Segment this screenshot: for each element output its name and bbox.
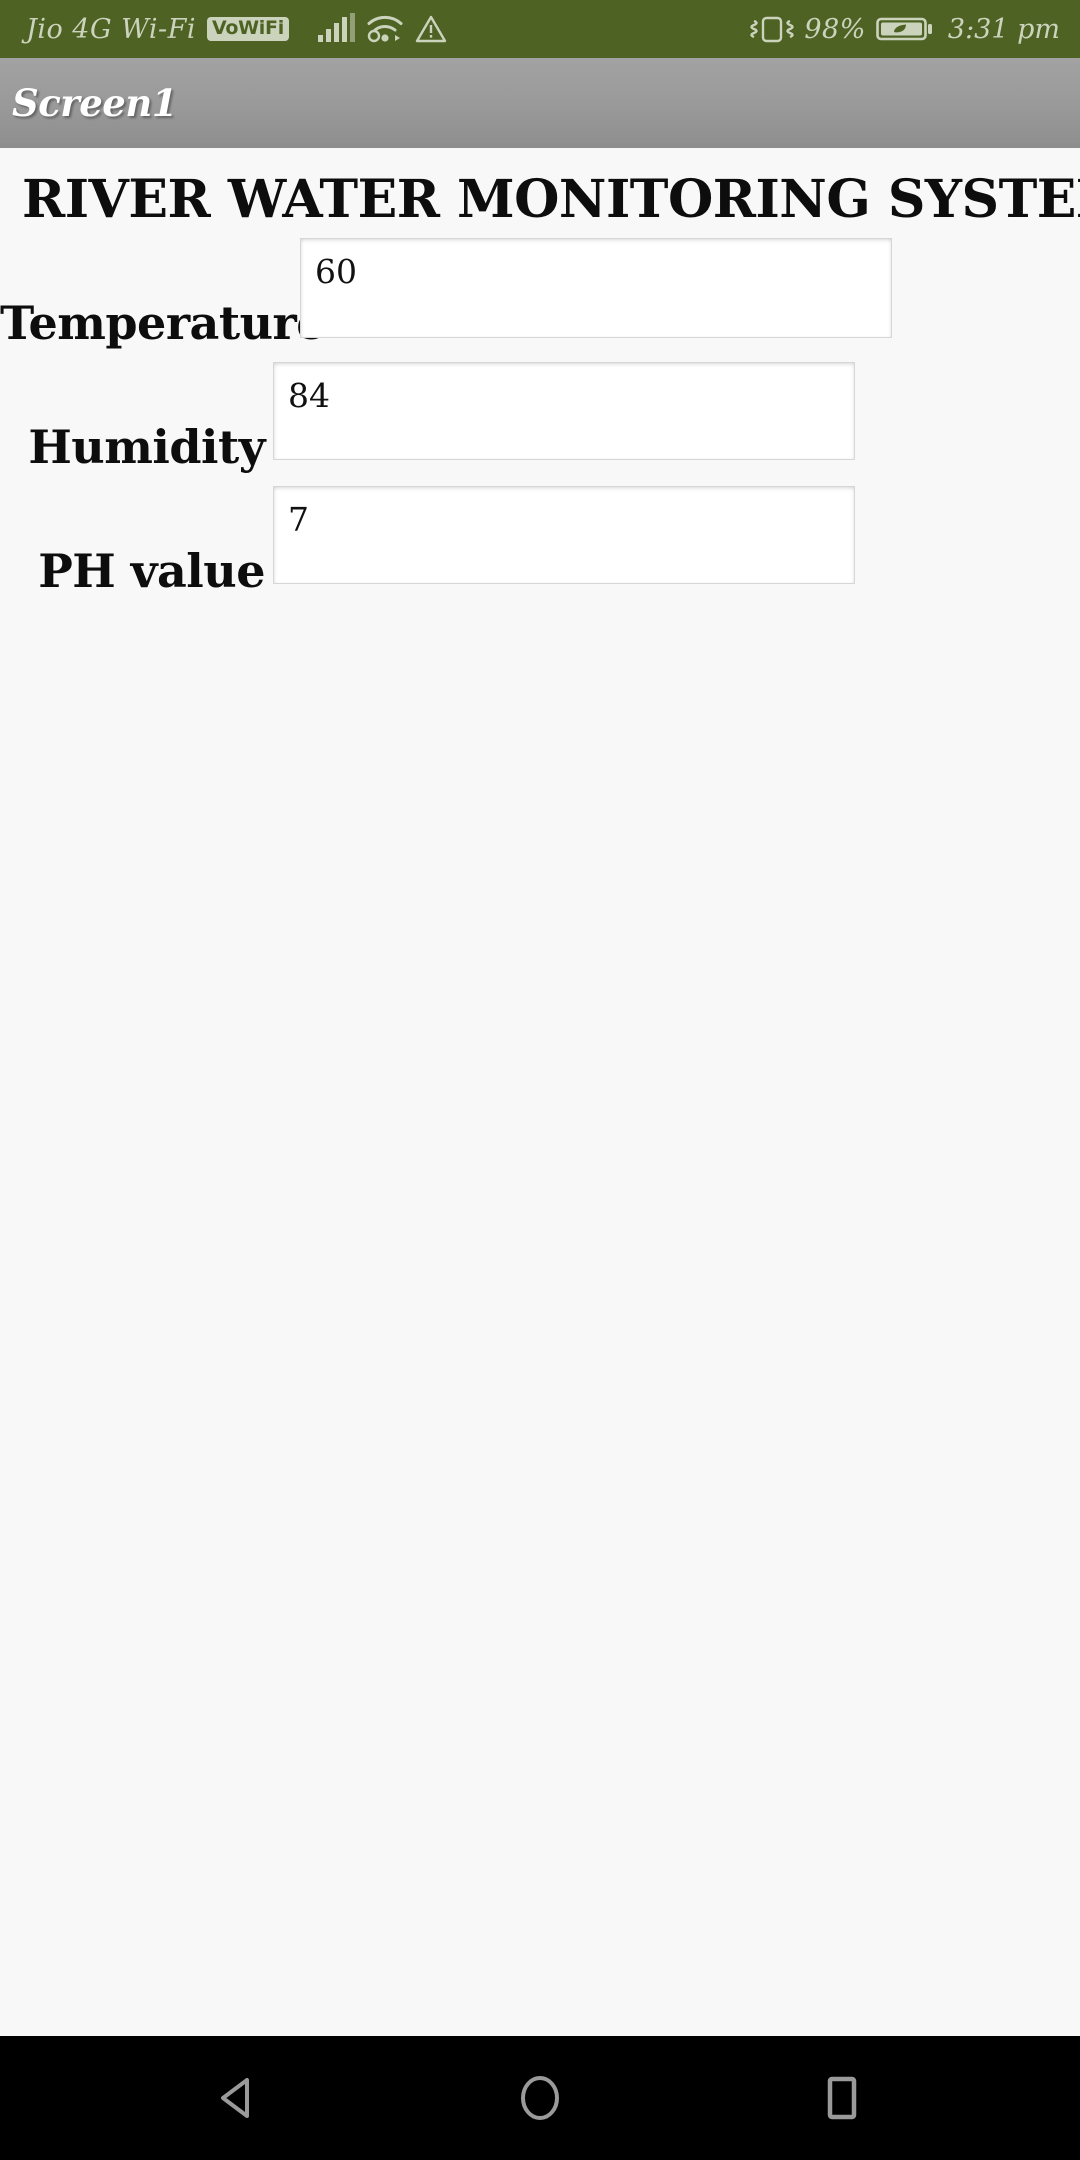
app-content: RIVER WATER MONITORING SYSTEM Temperatur…	[0, 148, 1080, 2036]
humidity-label: Humidity	[28, 420, 265, 474]
humidity-input[interactable]: 84	[273, 362, 855, 460]
app-title-bar: Screen1	[0, 58, 1080, 148]
clock-label: 3:31 pm	[947, 13, 1060, 45]
wifi-icon	[366, 14, 404, 44]
warning-triangle-icon	[415, 14, 447, 44]
field-row-ph-value: PH value 7	[0, 486, 1080, 594]
status-bar-right-group: 98% 3:31 pm	[750, 13, 1060, 45]
temperature-input[interactable]: 60	[300, 238, 892, 338]
page-title: RIVER WATER MONITORING SYSTEM	[22, 169, 1080, 230]
battery-powersave-leaf-icon	[876, 14, 934, 44]
recents-square-icon[interactable]	[794, 2050, 890, 2146]
battery-percent-label: 98%	[804, 13, 866, 45]
android-navigation-bar	[0, 2036, 1080, 2160]
field-row-humidity: Humidity 84	[0, 362, 1080, 470]
vowifi-badge: VoWiFi	[207, 17, 289, 41]
vibrate-icon	[750, 13, 795, 45]
screen-title: Screen1	[12, 81, 177, 125]
signal-bars-icon	[317, 13, 355, 42]
ph-value-input[interactable]: 7	[273, 486, 855, 584]
back-triangle-icon[interactable]	[190, 2050, 286, 2146]
ph-value-label: PH value	[38, 544, 265, 598]
status-bar-left-group: Jio 4G Wi-Fi VoWiFi	[26, 13, 447, 45]
status-bar: Jio 4G Wi-Fi VoWiFi 98% 3:31 pm	[0, 0, 1080, 58]
carrier-label: Jio 4G Wi-Fi	[26, 13, 197, 45]
home-circle-icon[interactable]	[492, 2050, 588, 2146]
field-row-temperature: Temperature 60	[0, 238, 1080, 346]
temperature-label: Temperature	[0, 296, 326, 350]
